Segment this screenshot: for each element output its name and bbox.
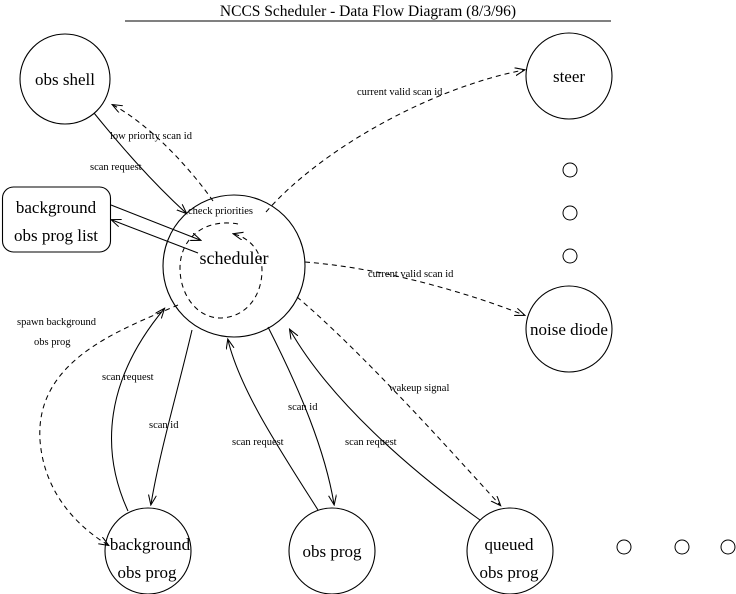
edge-label-scan-request-obs-shell: scan request <box>90 162 142 173</box>
node-label-queued-obs-prog-line1: queued <box>484 535 534 554</box>
edge-scheduler-to-list <box>112 220 199 254</box>
node-label-scheduler: scheduler <box>200 248 269 268</box>
edge-scan-request-queued <box>290 330 481 521</box>
edge-label-scan-request-background: scan request <box>102 372 154 383</box>
diagram-canvas: NCCS Scheduler - Data Flow Diagram (8/3/… <box>0 0 736 594</box>
edge-list-to-scheduler <box>110 204 200 240</box>
ellipsis-dot-vertical-3 <box>562 248 578 264</box>
ellipsis-dot-vertical-2 <box>562 205 578 221</box>
ellipsis-dot-horizontal-3 <box>720 539 736 555</box>
node-label-noise-diode: noise diode <box>530 320 608 339</box>
ellipsis-dot-vertical-1 <box>562 162 578 178</box>
node-label-obs-prog: obs prog <box>302 542 362 561</box>
edge-scan-id-background <box>151 329 193 504</box>
edge-label-spawn-background-line2: obs prog <box>34 337 71 348</box>
edge-label-current-valid-scan-id-noise-diode: current valid scan id <box>368 269 454 280</box>
node-label-obs-shell: obs shell <box>35 70 95 89</box>
edge-label-check-priorities: check priorities <box>188 206 253 217</box>
edge-label-low-priority-scan-id: low priority scan id <box>110 131 193 142</box>
node-label-background-obs-prog-list-line2: obs prog list <box>14 226 98 245</box>
edge-label-spawn-background-line1: spawn background <box>17 317 97 328</box>
edge-label-wakeup-signal: wakeup signal <box>389 383 449 394</box>
page-title: NCCS Scheduler - Data Flow Diagram (8/3/… <box>220 3 516 20</box>
node-label-background-obs-prog-line2: obs prog <box>117 563 177 582</box>
edge-scan-id-obs-prog <box>267 326 334 504</box>
edge-label-current-valid-scan-id-steer: current valid scan id <box>357 87 443 98</box>
node-label-steer: steer <box>553 67 585 86</box>
edge-scan-request-background <box>111 309 164 512</box>
edge-label-scan-id-obs-prog: scan id <box>288 402 318 413</box>
node-label-background-obs-prog-line1: background <box>110 535 191 554</box>
node-label-queued-obs-prog-line2: obs prog <box>479 563 539 582</box>
edge-scan-request-obs-prog <box>228 340 319 511</box>
data-flow-diagram: NCCS Scheduler - Data Flow Diagram (8/3/… <box>1 3 736 594</box>
edge-label-scan-request-obs-prog: scan request <box>232 437 284 448</box>
edge-label-scan-id-background: scan id <box>149 420 179 431</box>
ellipsis-dot-horizontal-2 <box>674 539 690 555</box>
ellipsis-dot-horizontal-1 <box>616 539 632 555</box>
node-label-background-obs-prog-list-line1: background <box>16 198 97 217</box>
edge-label-scan-request-queued: scan request <box>345 437 397 448</box>
